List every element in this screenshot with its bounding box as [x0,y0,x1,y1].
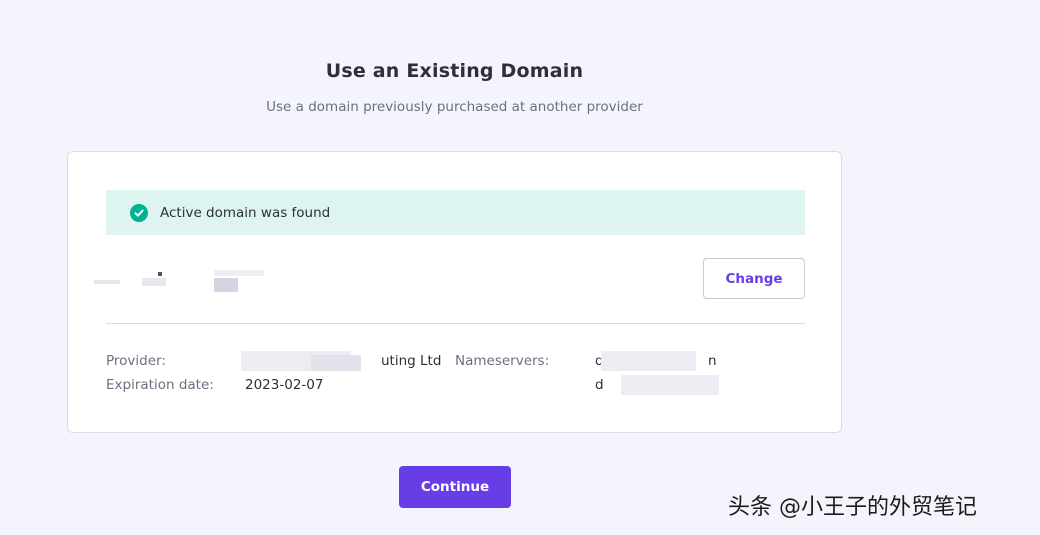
divider [106,323,805,324]
provider-value-redacted [241,349,381,375]
page-subtitle: Use a domain previously purchased at ano… [266,99,643,115]
alert-text: Active domain was found [160,204,331,221]
domain-card: Active domain was found Change Provider:… [67,151,842,433]
continue-button[interactable]: Continue [399,466,511,508]
nameserver-1-redacted [601,349,701,373]
domain-name-redacted [94,270,264,294]
provider-label: Provider: [106,353,166,369]
check-circle-icon [130,203,148,222]
nameserver-2-redacted [621,373,721,397]
expiration-label: Expiration date: [106,377,214,393]
nameserver-2-start: d [595,377,604,393]
watermark-text: 头条 @小王子的外贸笔记 [728,495,977,520]
success-alert: Active domain was found [106,190,805,235]
nameserver-1-end: n [708,353,717,369]
page-title: Use an Existing Domain [325,60,584,82]
change-button[interactable]: Change [703,258,805,299]
nameservers-label: Nameservers: [455,353,550,369]
provider-value-visible: uting Ltd [381,353,442,369]
expiration-value: 2023-02-07 [245,377,324,393]
